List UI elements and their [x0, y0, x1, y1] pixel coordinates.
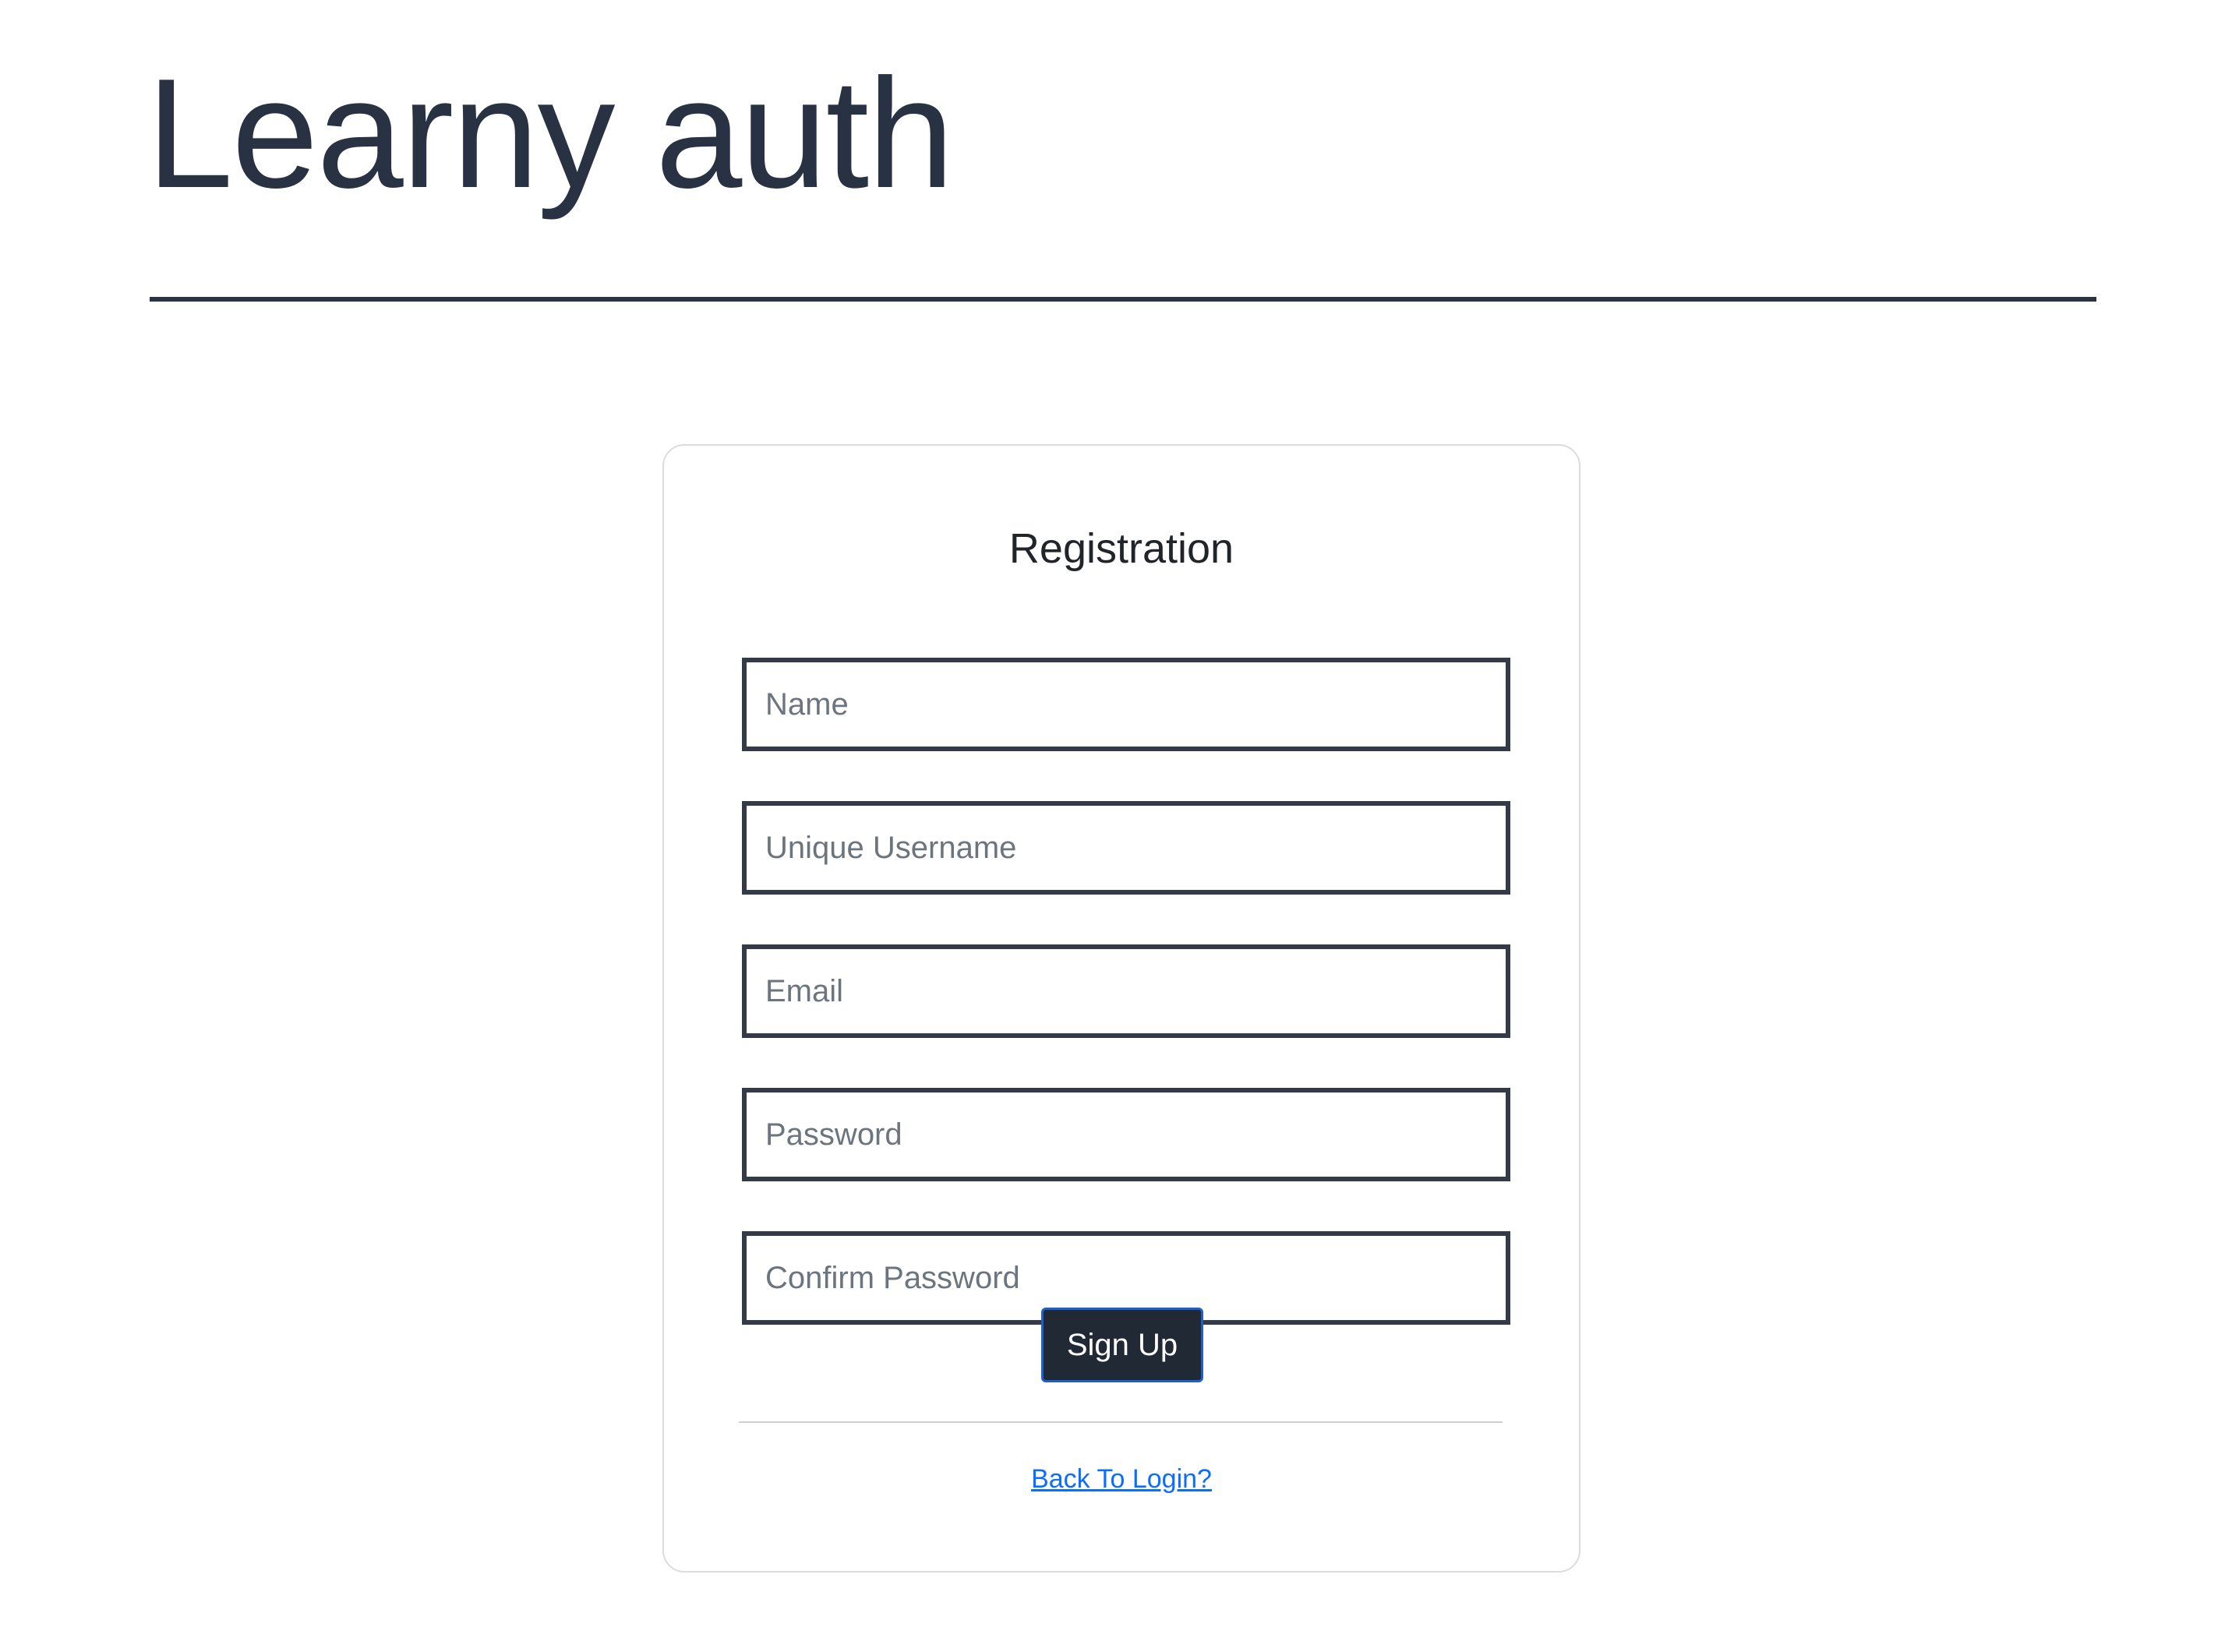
login-link-container: Back To Login?	[664, 1463, 1579, 1495]
back-to-login-link[interactable]: Back To Login?	[1031, 1464, 1212, 1494]
app-title: Learny auth	[147, 47, 954, 221]
registration-card: Registration Sign Up Back To Login?	[662, 444, 1580, 1573]
password-input[interactable]	[742, 1088, 1510, 1181]
registration-title: Registration	[1008, 525, 1234, 572]
username-input[interactable]	[742, 801, 1510, 895]
header-divider	[150, 297, 2096, 302]
email-input[interactable]	[742, 944, 1510, 1038]
card-divider	[739, 1421, 1503, 1423]
sign-up-button[interactable]: Sign Up	[1041, 1308, 1203, 1382]
name-input[interactable]	[742, 658, 1510, 751]
page: Learny auth Registration Sign Up Back To…	[0, 0, 2232, 1652]
